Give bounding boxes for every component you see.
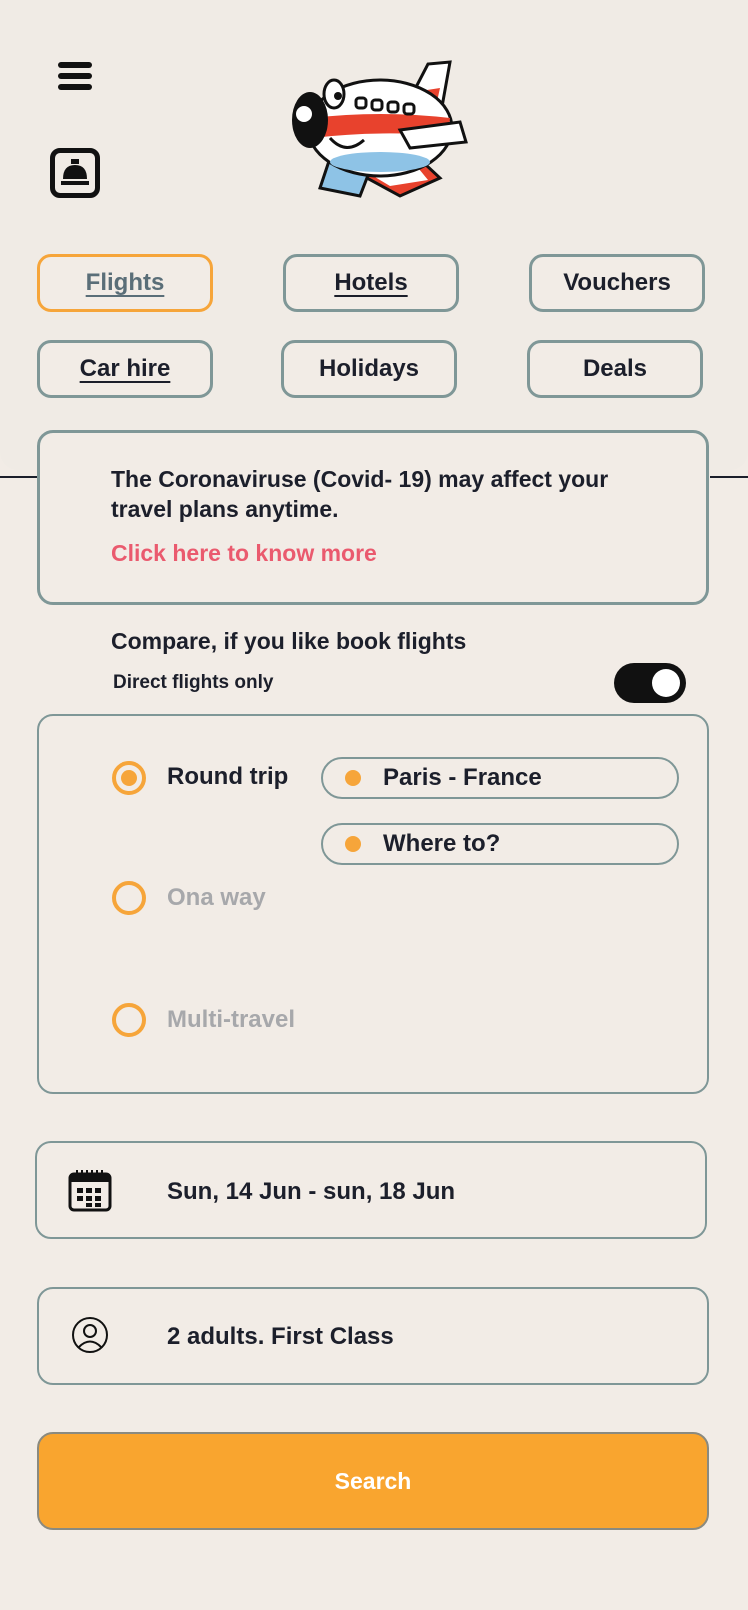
date-range-text: Sun, 14 Jun - sun, 18 Jun: [167, 1178, 456, 1205]
cartoon-airplane-logo: [290, 58, 470, 206]
to-dot-icon: [345, 836, 361, 852]
round-trip-label: Round trip: [167, 763, 289, 790]
tab-flights[interactable]: Flights: [37, 254, 213, 312]
tab-deals[interactable]: Deals: [527, 340, 703, 398]
radio-round-trip[interactable]: [112, 761, 146, 795]
tab-car-hire[interactable]: Car hire: [37, 340, 213, 398]
covid-more-link[interactable]: Click here to know more: [111, 540, 377, 567]
user-icon: [71, 1316, 109, 1354]
menu-icon[interactable]: [58, 62, 92, 92]
radio-one-way[interactable]: [112, 881, 146, 915]
from-location-text: Paris - France: [383, 764, 542, 791]
tab-hotels[interactable]: Hotels: [283, 254, 459, 312]
search-button[interactable]: Search: [37, 1432, 709, 1530]
tab-holidays[interactable]: Holidays: [281, 340, 457, 398]
service-bell-icon[interactable]: [50, 148, 100, 198]
direct-flights-toggle[interactable]: [614, 663, 686, 703]
one-way-label: Ona way: [167, 884, 266, 911]
covid-notice-text: The Coronaviruse (Covid- 19) may affect …: [111, 466, 609, 522]
divider-left: [0, 476, 38, 478]
direct-flights-label: Direct flights only: [113, 672, 274, 693]
from-dot-icon: [345, 770, 361, 786]
to-location-text: Where to?: [383, 830, 501, 857]
compare-title: Compare, if you like book flights: [111, 628, 467, 654]
to-location-field[interactable]: Where to?: [321, 823, 679, 865]
multi-travel-label: Multi-travel: [167, 1006, 296, 1033]
tab-vouchers[interactable]: Vouchers: [529, 254, 705, 312]
radio-multi-travel[interactable]: [112, 1003, 146, 1037]
calendar-icon: [68, 1168, 112, 1212]
passengers-text: 2 adults. First Class: [167, 1323, 394, 1350]
divider-right: [710, 476, 748, 478]
from-location-field[interactable]: Paris - France: [321, 757, 679, 799]
toggle-knob: [652, 669, 680, 697]
